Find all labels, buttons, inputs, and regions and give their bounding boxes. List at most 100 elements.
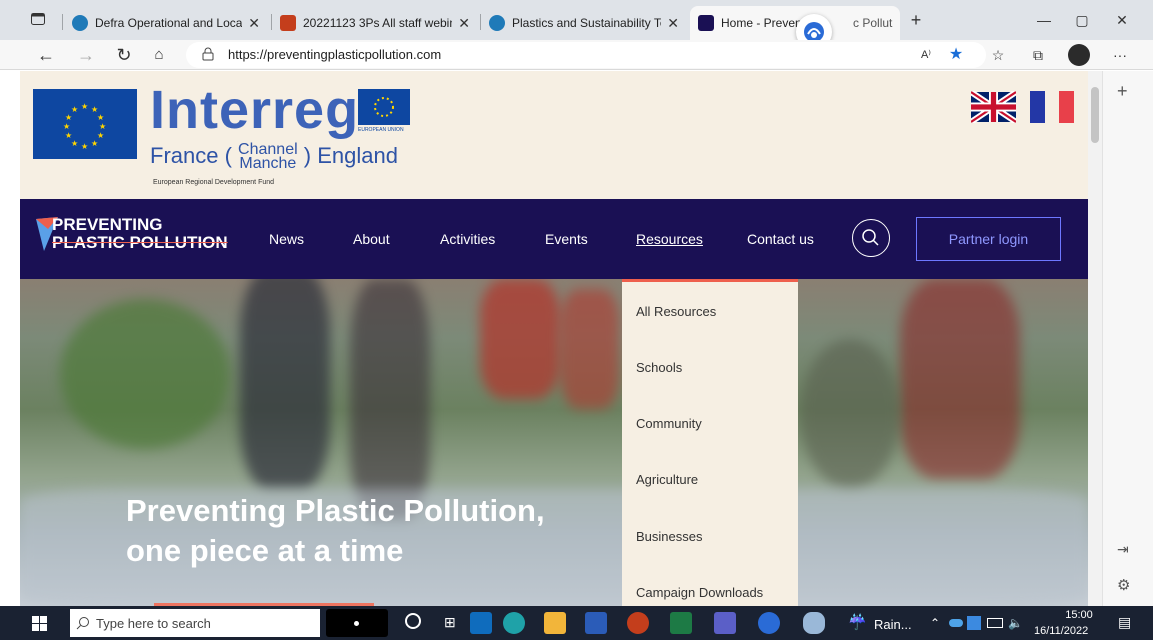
menu-item-schools[interactable]: Schools xyxy=(636,360,682,375)
svg-text:★: ★ xyxy=(97,113,104,122)
eu-flag-small-logo xyxy=(358,89,410,125)
sharepoint-icon xyxy=(72,15,88,31)
tray-chevron-icon[interactable]: ⌃ xyxy=(930,616,940,630)
nav-activities[interactable]: Activities xyxy=(440,231,495,247)
outlook-icon[interactable] xyxy=(470,612,492,634)
tab-home-active[interactable]: Home - Prevent c Pollut ✕ xyxy=(690,6,900,40)
sharepoint-icon xyxy=(489,15,505,31)
more-menu-icon[interactable]: ··· xyxy=(1110,46,1130,64)
battery-icon[interactable] xyxy=(987,618,1003,628)
nav-about[interactable]: About xyxy=(353,231,390,247)
nav-contact-us[interactable]: Contact us xyxy=(747,231,814,247)
svg-text:★: ★ xyxy=(71,105,78,114)
windows-start-icon[interactable] xyxy=(32,616,47,631)
search-icon xyxy=(76,617,89,630)
favorite-star-icon[interactable]: ★ xyxy=(946,46,966,64)
page-scrollbar[interactable] xyxy=(1088,71,1102,606)
close-window-button[interactable]: ✕ xyxy=(1102,8,1142,32)
nav-resources[interactable]: Resources xyxy=(636,231,703,247)
profile-avatar[interactable] xyxy=(1068,44,1090,66)
minimize-button[interactable]: — xyxy=(1024,8,1064,32)
interreg-brand: Interreg xyxy=(150,80,360,140)
nav-events[interactable]: Events xyxy=(545,231,588,247)
url-text: https://preventingplasticpollution.com xyxy=(228,47,442,62)
menu-item-community[interactable]: Community xyxy=(636,416,702,431)
site-logo[interactable]: PREVENTING PLASTIC POLLUTION xyxy=(52,216,228,252)
clock-date[interactable]: 16/11/2022 xyxy=(1034,625,1088,637)
onedrive-icon[interactable] xyxy=(949,619,963,627)
tab-defra[interactable]: Defra Operational and Local Con ✕ xyxy=(64,6,268,40)
hide-sidebar-icon[interactable]: ⇥ xyxy=(1117,541,1129,558)
resources-dropdown-menu: All Resources Schools Community Agricult… xyxy=(622,279,798,606)
tab-actions-icon[interactable] xyxy=(26,8,50,32)
svg-text:★: ★ xyxy=(65,131,72,140)
ppp-favicon-icon xyxy=(698,15,714,31)
powerpoint-icon xyxy=(280,15,296,31)
app-cloud-icon[interactable] xyxy=(803,612,825,634)
weather-rain-icon[interactable]: ☔ xyxy=(848,613,867,631)
edge-sidebar: + ⇥ ⚙ xyxy=(1102,71,1153,606)
excel-icon[interactable] xyxy=(670,612,692,634)
edge-icon[interactable] xyxy=(503,612,525,634)
teams-icon[interactable] xyxy=(714,612,736,634)
clock-time[interactable]: 15:00 xyxy=(1055,609,1103,621)
uk-flag-icon[interactable] xyxy=(971,91,1016,123)
partner-login-button[interactable]: Partner login xyxy=(916,217,1061,261)
search-icon xyxy=(862,229,879,246)
favorites-icon[interactable]: ☆ xyxy=(988,46,1008,64)
powerpoint-taskbar-icon[interactable] xyxy=(627,612,649,634)
menu-item-agriculture[interactable]: Agriculture xyxy=(636,472,698,487)
settings-gear-icon[interactable]: ⚙ xyxy=(1117,576,1130,594)
tab-webinar[interactable]: 20221123 3Ps All staff webinar.p ✕ xyxy=(272,6,478,40)
forward-button[interactable]: → xyxy=(72,43,100,67)
svg-text:★: ★ xyxy=(71,139,78,148)
site-header: ★ ★ ★ ★ ★ ★ ★ ★ ★ ★ ★ ★ Interreg EUROPEAN UNION F… xyxy=(20,71,1088,199)
france-flag-icon[interactable] xyxy=(1030,91,1075,123)
taskbar-search-input[interactable]: Type here to search xyxy=(70,609,320,637)
address-bar: ← → ↻ ⌂ https://preventingplasticpolluti… xyxy=(0,40,1153,70)
close-tab-icon[interactable]: ✕ xyxy=(898,15,900,32)
windows-taskbar: Type here to search ⊞ ☔ Rain... ⌃ 🔈 15:0… xyxy=(0,606,1153,640)
hero-title: Preventing Plastic Pollution, one piece … xyxy=(126,493,545,568)
site-navigation: PREVENTING PLASTIC POLLUTION News About … xyxy=(20,199,1088,279)
nav-news[interactable]: News xyxy=(269,231,304,247)
app-icon[interactable] xyxy=(758,612,780,634)
svg-text:★: ★ xyxy=(81,142,88,151)
eu-flag-logo: ★ ★ ★ ★ ★ ★ ★ ★ ★ ★ ★ ★ xyxy=(33,89,137,159)
restore-button[interactable]: ▢ xyxy=(1062,8,1102,32)
volume-icon[interactable]: 🔈 xyxy=(1008,616,1023,630)
svg-text:★: ★ xyxy=(63,122,70,131)
lock-icon[interactable] xyxy=(202,47,214,61)
close-tab-icon[interactable]: ✕ xyxy=(458,15,470,32)
weather-text[interactable]: Rain... xyxy=(874,617,912,632)
new-tab-button[interactable]: + xyxy=(902,8,930,32)
task-view-icon[interactable]: ⊞ xyxy=(444,614,456,631)
scrollbar-thumb[interactable] xyxy=(1091,87,1099,143)
menu-item-campaign-downloads[interactable]: Campaign Downloads xyxy=(636,585,763,600)
notifications-icon[interactable]: ▤ xyxy=(1118,614,1131,631)
cortana-widget[interactable] xyxy=(326,609,388,637)
menu-item-businesses[interactable]: Businesses xyxy=(636,529,702,544)
add-sidebar-icon[interactable]: + xyxy=(1117,81,1128,102)
collections-icon[interactable]: ⧉ xyxy=(1028,46,1048,64)
close-tab-icon[interactable]: ✕ xyxy=(248,15,260,32)
url-field[interactable]: https://preventingplasticpollution.com xyxy=(186,42,986,68)
hero-banner: Preventing Plastic Pollution, one piece … xyxy=(20,279,1088,606)
eu-label: EUROPEAN UNION xyxy=(358,127,404,133)
svg-text:★: ★ xyxy=(81,102,88,111)
site-search-button[interactable] xyxy=(852,219,890,257)
read-aloud-icon[interactable]: A⁾ xyxy=(916,46,936,64)
page-viewport: ★ ★ ★ ★ ★ ★ ★ ★ ★ ★ ★ ★ Interreg EUROPEAN UNION F… xyxy=(20,71,1088,606)
back-button[interactable]: ← xyxy=(32,43,60,67)
word-icon[interactable] xyxy=(585,612,607,634)
svg-text:★: ★ xyxy=(91,139,98,148)
cortana-circle-icon[interactable] xyxy=(405,613,421,629)
menu-item-all-resources[interactable]: All Resources xyxy=(636,304,716,319)
tray-app-icon[interactable] xyxy=(967,616,981,630)
programme-region: France ( Channel Manche ) England xyxy=(150,141,398,173)
refresh-button[interactable]: ↻ xyxy=(110,43,138,67)
home-button[interactable]: ⌂ xyxy=(145,43,173,67)
file-explorer-icon[interactable] xyxy=(544,612,566,634)
tab-plastics-team[interactable]: Plastics and Sustainability Team ✕ xyxy=(481,6,687,40)
close-tab-icon[interactable]: ✕ xyxy=(667,15,679,32)
